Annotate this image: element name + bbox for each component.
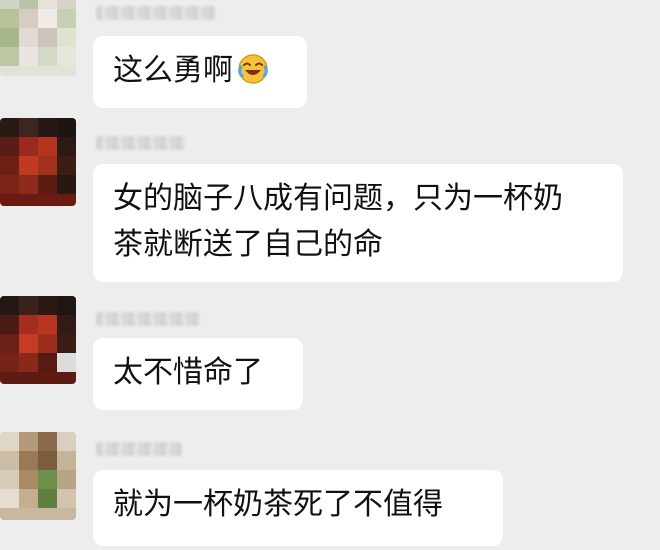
laughing-crying-emoji-icon bbox=[238, 54, 268, 84]
sender-name-blurred bbox=[96, 136, 186, 150]
sender-name-blurred bbox=[96, 6, 216, 20]
chat-history: 这么勇啊 女的脑子八成有问题，只为一杯奶 茶就断送了自己的命 太不惜命了 就为一… bbox=[0, 0, 660, 550]
message-bubble[interactable]: 就为一杯奶茶死了不值得 bbox=[93, 470, 503, 546]
message-bubble[interactable]: 这么勇啊 bbox=[93, 36, 307, 108]
avatar[interactable] bbox=[0, 296, 76, 384]
message-row: 这么勇啊 bbox=[0, 0, 660, 110]
message-text: 这么勇啊 bbox=[113, 53, 233, 88]
message-bubble[interactable]: 女的脑子八成有问题，只为一杯奶 茶就断送了自己的命 bbox=[93, 164, 623, 282]
avatar[interactable] bbox=[0, 432, 76, 520]
avatar[interactable] bbox=[0, 0, 76, 76]
message-row: 女的脑子八成有问题，只为一杯奶 茶就断送了自己的命 bbox=[0, 118, 660, 288]
message-text: 太不惜命了 bbox=[113, 355, 263, 390]
message-row: 太不惜命了 bbox=[0, 296, 660, 424]
avatar[interactable] bbox=[0, 118, 76, 206]
sender-name-blurred bbox=[96, 442, 182, 456]
message-bubble[interactable]: 太不惜命了 bbox=[93, 338, 303, 410]
message-text-line: 女的脑子八成有问题，只为一杯奶 bbox=[113, 181, 563, 216]
sender-name-blurred bbox=[96, 312, 200, 326]
message-text: 就为一杯奶茶死了不值得 bbox=[113, 487, 443, 522]
message-text-line: 茶就断送了自己的命 bbox=[113, 227, 383, 262]
message-row: 就为一杯奶茶死了不值得 bbox=[0, 432, 660, 550]
